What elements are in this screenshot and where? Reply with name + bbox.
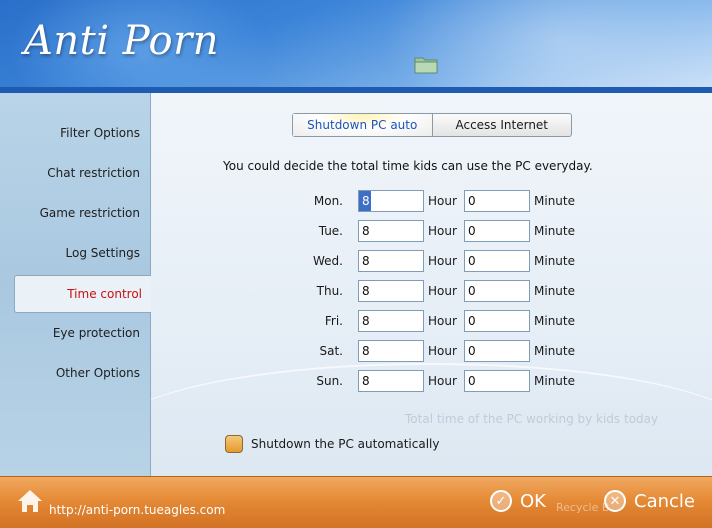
minute-unit-label: Minute [534,254,575,268]
close-icon: ✕ [604,490,626,512]
minute-unit-label: Minute [534,374,575,388]
day-label: Wed. [313,254,343,268]
sat-minute-input[interactable] [464,340,530,362]
minute-unit-label: Minute [534,194,575,208]
minute-unit-label: Minute [534,224,575,238]
minute-unit-label: Minute [534,314,575,328]
app-title: Anti Porn [24,18,219,64]
auto-shutdown-label: Shutdown the PC automatically [251,437,440,451]
tab-shutdown-pc-auto[interactable]: Shutdown PC auto [293,114,433,136]
thu-minute-input[interactable] [464,280,530,302]
minute-unit-label: Minute [534,284,575,298]
day-label: Thu. [316,284,343,298]
fri-minute-input[interactable] [464,310,530,332]
tue-minute-input[interactable] [464,220,530,242]
time-description: You could decide the total time kids can… [223,159,593,173]
website-link[interactable]: http://anti-porn.tueagles.com [49,503,225,517]
day-label: Sat. [319,344,344,358]
sat-hour-input[interactable] [358,340,424,362]
hour-unit-label: Hour [428,224,457,238]
desktop-ghost-text: Recycle B [556,501,610,514]
folder-icon [414,57,438,74]
tab-access-internet[interactable]: Access Internet [433,114,572,136]
hour-unit-label: Hour [428,314,457,328]
sidebar-item-game-restriction[interactable]: Game restriction [0,198,150,228]
app-header: Anti Porn [0,0,712,93]
day-row-sat: Sat. Hour Minute [151,340,712,362]
day-row-fri: Fri. Hour Minute [151,310,712,332]
app-window: Anti Porn Filter Options Chat restrictio… [0,0,712,528]
day-label: Tue. [318,224,343,238]
ok-label: OK [520,490,546,512]
day-row-wed: Wed. Hour Minute [151,250,712,272]
day-label: Mon. [313,194,343,208]
day-row-mon: Mon. Hour Minute [151,190,712,212]
hour-unit-label: Hour [428,254,457,268]
wed-hour-input[interactable] [358,250,424,272]
fri-hour-input[interactable] [358,310,424,332]
hour-unit-label: Hour [428,284,457,298]
tue-hour-input[interactable] [358,220,424,242]
total-time-label: Total time of the PC working by kids tod… [405,412,659,426]
hour-unit-label: Hour [428,374,457,388]
sun-hour-input[interactable] [358,370,424,392]
sidebar-item-other-options[interactable]: Other Options [0,358,150,388]
sidebar-item-filter-options[interactable]: Filter Options [0,118,150,148]
minute-unit-label: Minute [534,344,575,358]
sidebar-item-chat-restriction[interactable]: Chat restriction [0,158,150,188]
cancel-button[interactable]: ✕ Cancle [604,487,695,515]
wed-minute-input[interactable] [464,250,530,272]
day-label: Sun. [316,374,343,388]
sidebar: Filter Options Chat restriction Game res… [0,93,152,476]
day-row-tue: Tue. Hour Minute [151,220,712,242]
sun-minute-input[interactable] [464,370,530,392]
ok-button[interactable]: ✓ OK [490,487,546,515]
hour-unit-label: Hour [428,344,457,358]
auto-shutdown-checkbox[interactable] [225,435,243,453]
home-icon[interactable] [16,487,44,515]
check-icon: ✓ [490,490,512,512]
time-control-panel: Shutdown PC auto Access Internet You cou… [151,93,712,476]
mon-hour-input[interactable] [358,190,424,212]
thu-hour-input[interactable] [358,280,424,302]
sidebar-item-log-settings[interactable]: Log Settings [0,238,150,268]
sidebar-item-eye-protection[interactable]: Eye protection [0,318,150,348]
hour-unit-label: Hour [428,194,457,208]
tab-bar: Shutdown PC auto Access Internet [292,113,572,137]
app-footer: http://anti-porn.tueagles.com Recycle B … [0,476,712,528]
day-label: Fri. [324,314,343,328]
auto-shutdown-option: Shutdown the PC automatically [225,435,439,453]
cancel-label: Cancle [634,490,695,512]
day-row-sun: Sun. Hour Minute [151,370,712,392]
mon-minute-input[interactable] [464,190,530,212]
sidebar-item-time-control[interactable]: Time control [14,275,152,313]
day-row-thu: Thu. Hour Minute [151,280,712,302]
header-highlight [380,0,712,93]
